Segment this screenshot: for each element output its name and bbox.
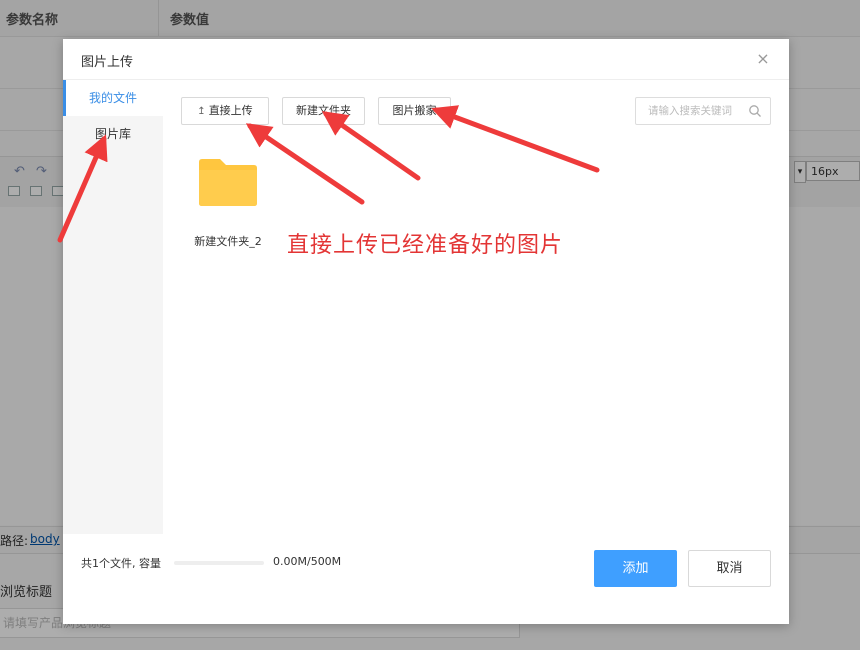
- annotation-text: 直接上传已经准备好的图片: [287, 233, 564, 258]
- close-icon[interactable]: ×: [753, 49, 773, 69]
- search-icon[interactable]: [748, 104, 762, 118]
- new-folder-label: 新建文件夹: [296, 104, 351, 117]
- dialog-header: 图片上传 ×: [63, 39, 789, 80]
- sidebar-item-image-library[interactable]: 图片库: [63, 116, 163, 152]
- folder-icon: [199, 159, 257, 206]
- search-box: [635, 97, 771, 125]
- dialog-sidebar: 我的文件 图片库: [63, 80, 163, 534]
- direct-upload-label: 直接上传: [208, 104, 253, 117]
- sidebar-item-label: 我的文件: [88, 91, 137, 105]
- new-folder-button[interactable]: 新建文件夹: [282, 97, 365, 125]
- image-upload-dialog: 图片上传 × 我的文件 图片库 ↥直接上传 新建文件夹 图片搬家 新建文件夹_2…: [63, 39, 789, 624]
- capacity-text: 0.00M/500M: [273, 555, 342, 568]
- sidebar-item-my-files[interactable]: 我的文件: [63, 80, 163, 116]
- cancel-button[interactable]: 取消: [688, 550, 771, 587]
- capacity-progress-bar: [174, 561, 264, 565]
- direct-upload-button[interactable]: ↥ 直接上传: [181, 97, 269, 125]
- folder-item[interactable]: 新建文件夹_2: [191, 151, 265, 251]
- search-input[interactable]: [648, 99, 756, 123]
- file-count-text: 共1个文件, 容量: [81, 557, 161, 570]
- add-button[interactable]: 添加: [594, 550, 677, 587]
- image-move-label: 图片搬家: [392, 104, 437, 117]
- upload-icon: ↥: [197, 106, 206, 117]
- folder-name: 新建文件夹_2: [194, 235, 262, 248]
- dialog-title: 图片上传: [81, 55, 134, 70]
- image-move-button[interactable]: 图片搬家: [378, 97, 451, 125]
- sidebar-item-label: 图片库: [94, 127, 131, 141]
